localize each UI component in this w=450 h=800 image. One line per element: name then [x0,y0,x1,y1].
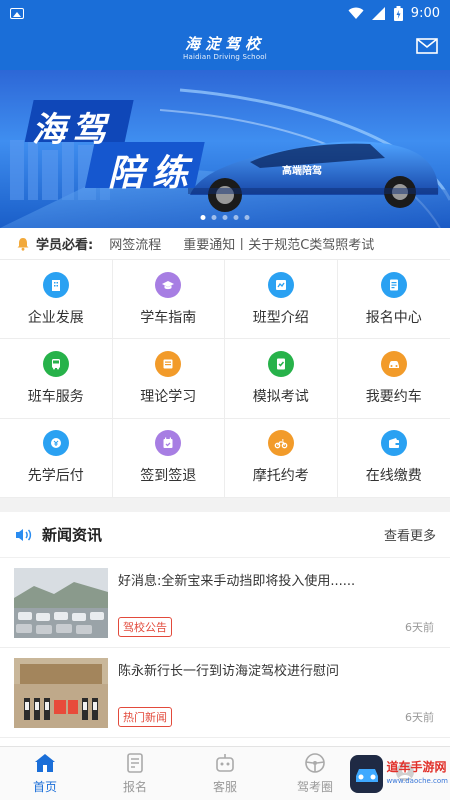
exam-icon [267,350,294,377]
grid-item-label: 签到签退 [140,468,197,485]
nav-community[interactable]: 驾考圈 [270,747,360,800]
promo-banner[interactable]: 海驾 陪练 高端陪驾 [0,70,450,228]
grid-item-enterprise[interactable]: 企业发展 [0,260,113,340]
grid-item-label: 理论学习 [140,388,197,405]
banner-dot[interactable] [244,215,250,220]
grid-item-signup[interactable]: 报名中心 [337,260,450,340]
car-icon [380,350,407,377]
status-bar: 9:00 [0,0,450,26]
news-tag: 驾校公告 [118,617,172,637]
checkin-icon [155,430,182,457]
grid-item-checkin[interactable]: 签到签退 [112,418,225,498]
grid-item-motorcycle[interactable]: 摩托约考 [225,418,338,498]
grid-item-label: 摩托约考 [252,468,309,485]
notice-link[interactable]: 重要通知丨关于规范C类驾照考试 [183,234,450,253]
grid-item-mock-exam[interactable]: 模拟考试 [225,339,338,419]
nav-signup[interactable]: 报名 [90,747,180,800]
notice-link[interactable]: 网签流程 [109,234,161,253]
nav-label: 驾考圈 [296,780,333,794]
brand-title-en: Haidian Driving School [183,52,267,61]
news-section: 新闻资讯 查看更多 好消息:全新宝来手动挡即将投入使用...... 驾校公告 6… [0,512,450,746]
wifi-icon [348,7,364,19]
banner-pagination [200,215,250,220]
building-icon [42,271,69,298]
grid-item-label: 在线缴费 [365,468,422,485]
view-more-link[interactable]: 查看更多 [384,525,436,544]
notice-label: 学员必看: [36,238,94,253]
car-decal: 高端陪驾 [282,166,322,177]
speaker-icon [16,528,32,541]
wallet-icon [380,430,407,457]
guide-icon [155,271,182,298]
motorcycle-icon [267,430,294,457]
pay-later-icon [42,430,69,457]
grid-item-theory[interactable]: 理论学习 [112,339,225,419]
grid-item-label: 班型介绍 [252,309,309,326]
news-time: 6天前 [405,711,434,724]
news-title: 新闻资讯 [42,526,103,544]
news-thumbnail [14,658,108,728]
grid-item-label: 先学后付 [27,468,84,485]
signup-icon [380,271,407,298]
battery-icon [393,5,403,21]
nav-label: 客服 [212,780,237,794]
news-header: 新闻资讯 查看更多 [0,512,450,558]
bottom-nav: 首页 报名 客服 驾考圈 道车手游网 www.daoche.com [0,746,450,800]
grid-item-pay-later[interactable]: 先学后付 [0,418,113,498]
banner-headline-2: 陪练 [108,153,197,194]
banner-dot[interactable] [211,215,217,220]
grid-item-class[interactable]: 班型介绍 [225,260,338,340]
signup-form-icon [127,753,143,773]
grid-item-online-pay[interactable]: 在线缴费 [337,419,450,498]
grid-item-guide[interactable]: 学车指南 [112,260,225,340]
news-tag: 热门新闻 [118,707,172,727]
news-item[interactable]: 好消息:全新宝来手动挡即将投入使用...... 驾校公告 6天前 [0,558,450,648]
robot-icon [216,754,234,772]
nav-home[interactable]: 首页 [0,747,90,800]
feature-grid: 企业发展 学车指南 班型介绍 报名中心 班车服务 理论学习 模拟考试 我要约车 … [0,260,450,498]
brand-logo: 海淀驾校 Haidian Driving School [183,35,267,62]
steering-wheel-icon [305,753,325,773]
grid-item-label: 报名中心 [365,309,422,326]
bell-icon [17,237,29,251]
mail-icon[interactable] [416,38,438,54]
news-item[interactable]: 陈永新行长一行到访海淀驾校进行慰问 热门新闻 6天前 [0,648,450,738]
banner-dot[interactable] [200,215,206,220]
bus-icon [42,350,69,377]
grid-item-label: 班车服务 [27,388,84,405]
banner-dot[interactable] [222,215,228,220]
watermark-logo: 道车手游网 www.daoche.com [350,752,448,796]
notice-bar: 学员必看: 网签流程 重要通知丨关于规范C类驾照考试 [0,228,450,260]
grid-item-label: 我要约车 [365,388,422,405]
watermark-text: 道车手游网 [386,760,447,774]
grid-item-label: 学车指南 [140,309,197,326]
banner-headline-1: 海驾 [32,110,112,150]
news-time: 6天前 [405,621,434,634]
book-icon [155,350,182,377]
nav-label: 报名 [122,780,147,794]
class-icon [267,271,294,298]
status-time: 9:00 [410,5,440,21]
grid-item-bus[interactable]: 班车服务 [0,339,113,419]
banner-dot[interactable] [233,215,239,220]
image-notification-icon [10,7,24,19]
nav-label: 首页 [32,780,57,794]
grid-item-book-car[interactable]: 我要约车 [337,339,450,419]
app-header: 海淀驾校 Haidian Driving School [0,26,450,70]
signal-icon [371,6,385,20]
news-thumbnail [14,568,108,638]
home-icon [35,754,55,772]
grid-item-label: 模拟考试 [252,388,309,405]
watermark-url: www.daoche.com [386,777,448,785]
watermark-car-icon [350,755,384,793]
brand-title-cn: 海淀驾校 [184,34,265,53]
nav-service[interactable]: 客服 [180,747,270,800]
grid-item-label: 企业发展 [27,309,84,326]
